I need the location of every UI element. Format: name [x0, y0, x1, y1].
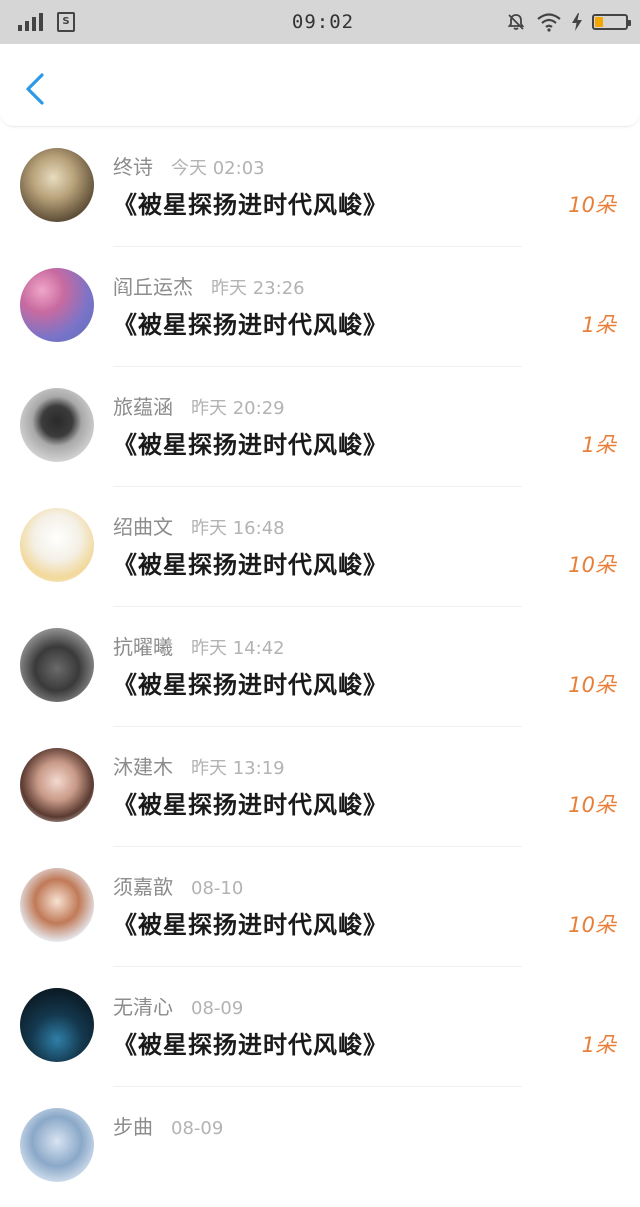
- status-bar: S 09:02: [0, 0, 640, 44]
- work-title: 《被星探扬进时代风峻》: [113, 191, 388, 219]
- sender-line: 无清心 08-09: [113, 991, 243, 1020]
- avatar[interactable]: [20, 988, 94, 1062]
- send-time: 昨天 20:29: [191, 398, 285, 419]
- sender-name: 沐建木: [113, 755, 173, 779]
- send-time: 昨天 14:42: [191, 638, 285, 659]
- sender-line: 阎丘运杰 昨天 23:26: [113, 271, 305, 300]
- gift-count: 1朵: [581, 313, 616, 337]
- sender-name: 阎丘运杰: [113, 275, 193, 299]
- list-item[interactable]: 旅蕴涵 昨天 20:29 《被星探扬进时代风峻》 1朵: [0, 367, 640, 487]
- battery-level: [595, 17, 603, 27]
- gift-count: 10朵: [568, 673, 616, 697]
- status-right: [428, 12, 631, 32]
- sender-name: 绍曲文: [113, 515, 173, 539]
- avatar[interactable]: [20, 148, 94, 222]
- send-time: 今天 02:03: [171, 158, 265, 179]
- sender-line: 绍曲文 昨天 16:48: [113, 511, 285, 540]
- avatar[interactable]: [20, 388, 94, 462]
- work-title: 《被星探扬进时代风峻》: [113, 311, 388, 339]
- work-title: 《被星探扬进时代风峻》: [113, 431, 388, 459]
- status-time: 09:02: [291, 11, 355, 33]
- gift-count: 1朵: [581, 433, 616, 457]
- list-item[interactable]: 无清心 08-09 《被星探扬进时代风峻》 1朵: [0, 967, 640, 1087]
- sender-line: 终诗 今天 02:03: [113, 151, 265, 180]
- sender-name: 无清心: [113, 995, 173, 1019]
- mute-icon: [507, 14, 525, 30]
- gift-count: 10朵: [568, 793, 616, 817]
- sender-name: 抗曜曦: [113, 635, 173, 659]
- send-time: 昨天 13:19: [191, 758, 285, 779]
- sender-line: 沐建木 昨天 13:19: [113, 751, 285, 780]
- work-title: 《被星探扬进时代风峻》: [113, 791, 388, 819]
- status-left: S: [18, 12, 218, 32]
- header-bar: [0, 44, 640, 127]
- list-item[interactable]: 须嘉歆 08-10 《被星探扬进时代风峻》 10朵: [0, 847, 640, 967]
- avatar[interactable]: [20, 508, 94, 582]
- work-title: 《被星探扬进时代风峻》: [113, 551, 388, 579]
- list-item[interactable]: 抗曜曦 昨天 14:42 《被星探扬进时代风峻》 10朵: [0, 607, 640, 727]
- send-time: 08-09: [191, 998, 244, 1019]
- list-item[interactable]: 绍曲文 昨天 16:48 《被星探扬进时代风峻》 10朵: [0, 487, 640, 607]
- battery-icon: [592, 14, 631, 30]
- list-item[interactable]: 沐建木 昨天 13:19 《被星探扬进时代风峻》 10朵: [0, 727, 640, 847]
- work-title: 《被星探扬进时代风峻》: [113, 911, 388, 939]
- wifi-icon: [537, 13, 561, 32]
- signal-icon: [18, 13, 43, 31]
- avatar[interactable]: [20, 748, 94, 822]
- sender-name: 终诗: [113, 155, 153, 179]
- list-item[interactable]: 步曲 08-09: [0, 1087, 640, 1207]
- work-title: 《被星探扬进时代风峻》: [113, 671, 388, 699]
- avatar[interactable]: [20, 268, 94, 342]
- send-time: 08-09: [171, 1118, 224, 1139]
- avatar[interactable]: [20, 628, 94, 702]
- chevron-left-icon[interactable]: [22, 72, 48, 106]
- sender-line: 步曲 08-09: [113, 1111, 223, 1140]
- gift-count: 10朵: [568, 913, 616, 937]
- sender-name: 步曲: [113, 1115, 153, 1139]
- avatar[interactable]: [20, 1108, 94, 1182]
- sender-line: 抗曜曦 昨天 14:42: [113, 631, 285, 660]
- list-item[interactable]: 终诗 今天 02:03 《被星探扬进时代风峻》 10朵: [0, 127, 640, 247]
- send-time: 昨天 16:48: [191, 518, 285, 539]
- gift-record-list: 终诗 今天 02:03 《被星探扬进时代风峻》 10朵 阎丘运杰 昨天 23:26 …: [0, 127, 640, 1207]
- list-item[interactable]: 阎丘运杰 昨天 23:26 《被星探扬进时代风峻》 1朵: [0, 247, 640, 367]
- sender-name: 旅蕴涵: [113, 395, 173, 419]
- sender-name: 须嘉歆: [113, 875, 173, 899]
- gift-count: 10朵: [568, 553, 616, 577]
- send-time: 昨天 23:26: [211, 278, 305, 299]
- gift-count: 1朵: [581, 1033, 616, 1057]
- sender-line: 须嘉歆 08-10: [113, 871, 243, 900]
- sim-icon: S: [57, 12, 75, 32]
- work-title: 《被星探扬进时代风峻》: [113, 1031, 388, 1059]
- avatar[interactable]: [20, 868, 94, 942]
- gift-count: 10朵: [568, 193, 616, 217]
- send-time: 08-10: [191, 878, 244, 899]
- sender-line: 旅蕴涵 昨天 20:29: [113, 391, 285, 420]
- charging-icon: [572, 13, 582, 31]
